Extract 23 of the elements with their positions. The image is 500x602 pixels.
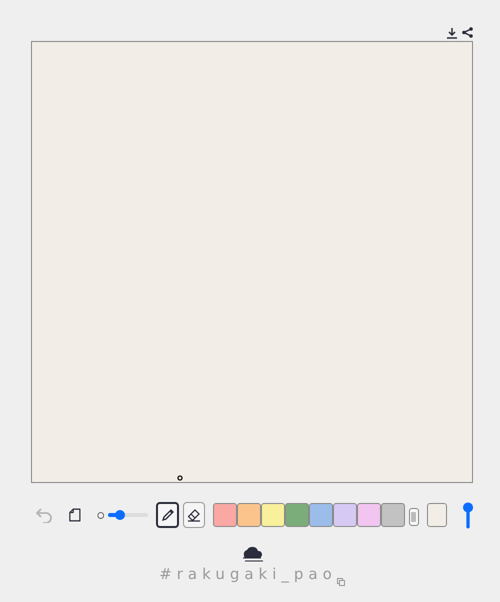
color-swatch[interactable]	[308, 503, 333, 527]
hashtag-text: #rakugaki_pao	[159, 564, 337, 585]
pencil-tool-button[interactable]	[156, 502, 179, 528]
brush-cursor-icon	[177, 475, 183, 481]
color-swatch[interactable]	[236, 503, 261, 527]
color-swatch[interactable]	[212, 503, 237, 527]
share-icon[interactable]	[462, 27, 473, 38]
new-page-icon[interactable]	[69, 507, 81, 523]
pencil-icon	[160, 508, 175, 522]
color-swatch[interactable]	[260, 503, 285, 527]
color-swatch[interactable]	[284, 503, 309, 527]
eraser-tool-button[interactable]	[182, 502, 205, 528]
slider-thumb[interactable]	[115, 510, 126, 520]
copy-icon[interactable]	[336, 578, 345, 586]
background-color-swatch[interactable]	[426, 503, 447, 527]
color-swatch[interactable]	[380, 503, 405, 527]
mini-swatch-button[interactable]	[408, 508, 418, 526]
color-swatch[interactable]	[356, 503, 381, 527]
color-swatch[interactable]	[332, 503, 357, 527]
eraser-icon	[186, 508, 201, 522]
pin-icon[interactable]	[462, 500, 473, 530]
download-icon[interactable]	[446, 26, 458, 38]
small-brush-icon	[96, 510, 104, 520]
